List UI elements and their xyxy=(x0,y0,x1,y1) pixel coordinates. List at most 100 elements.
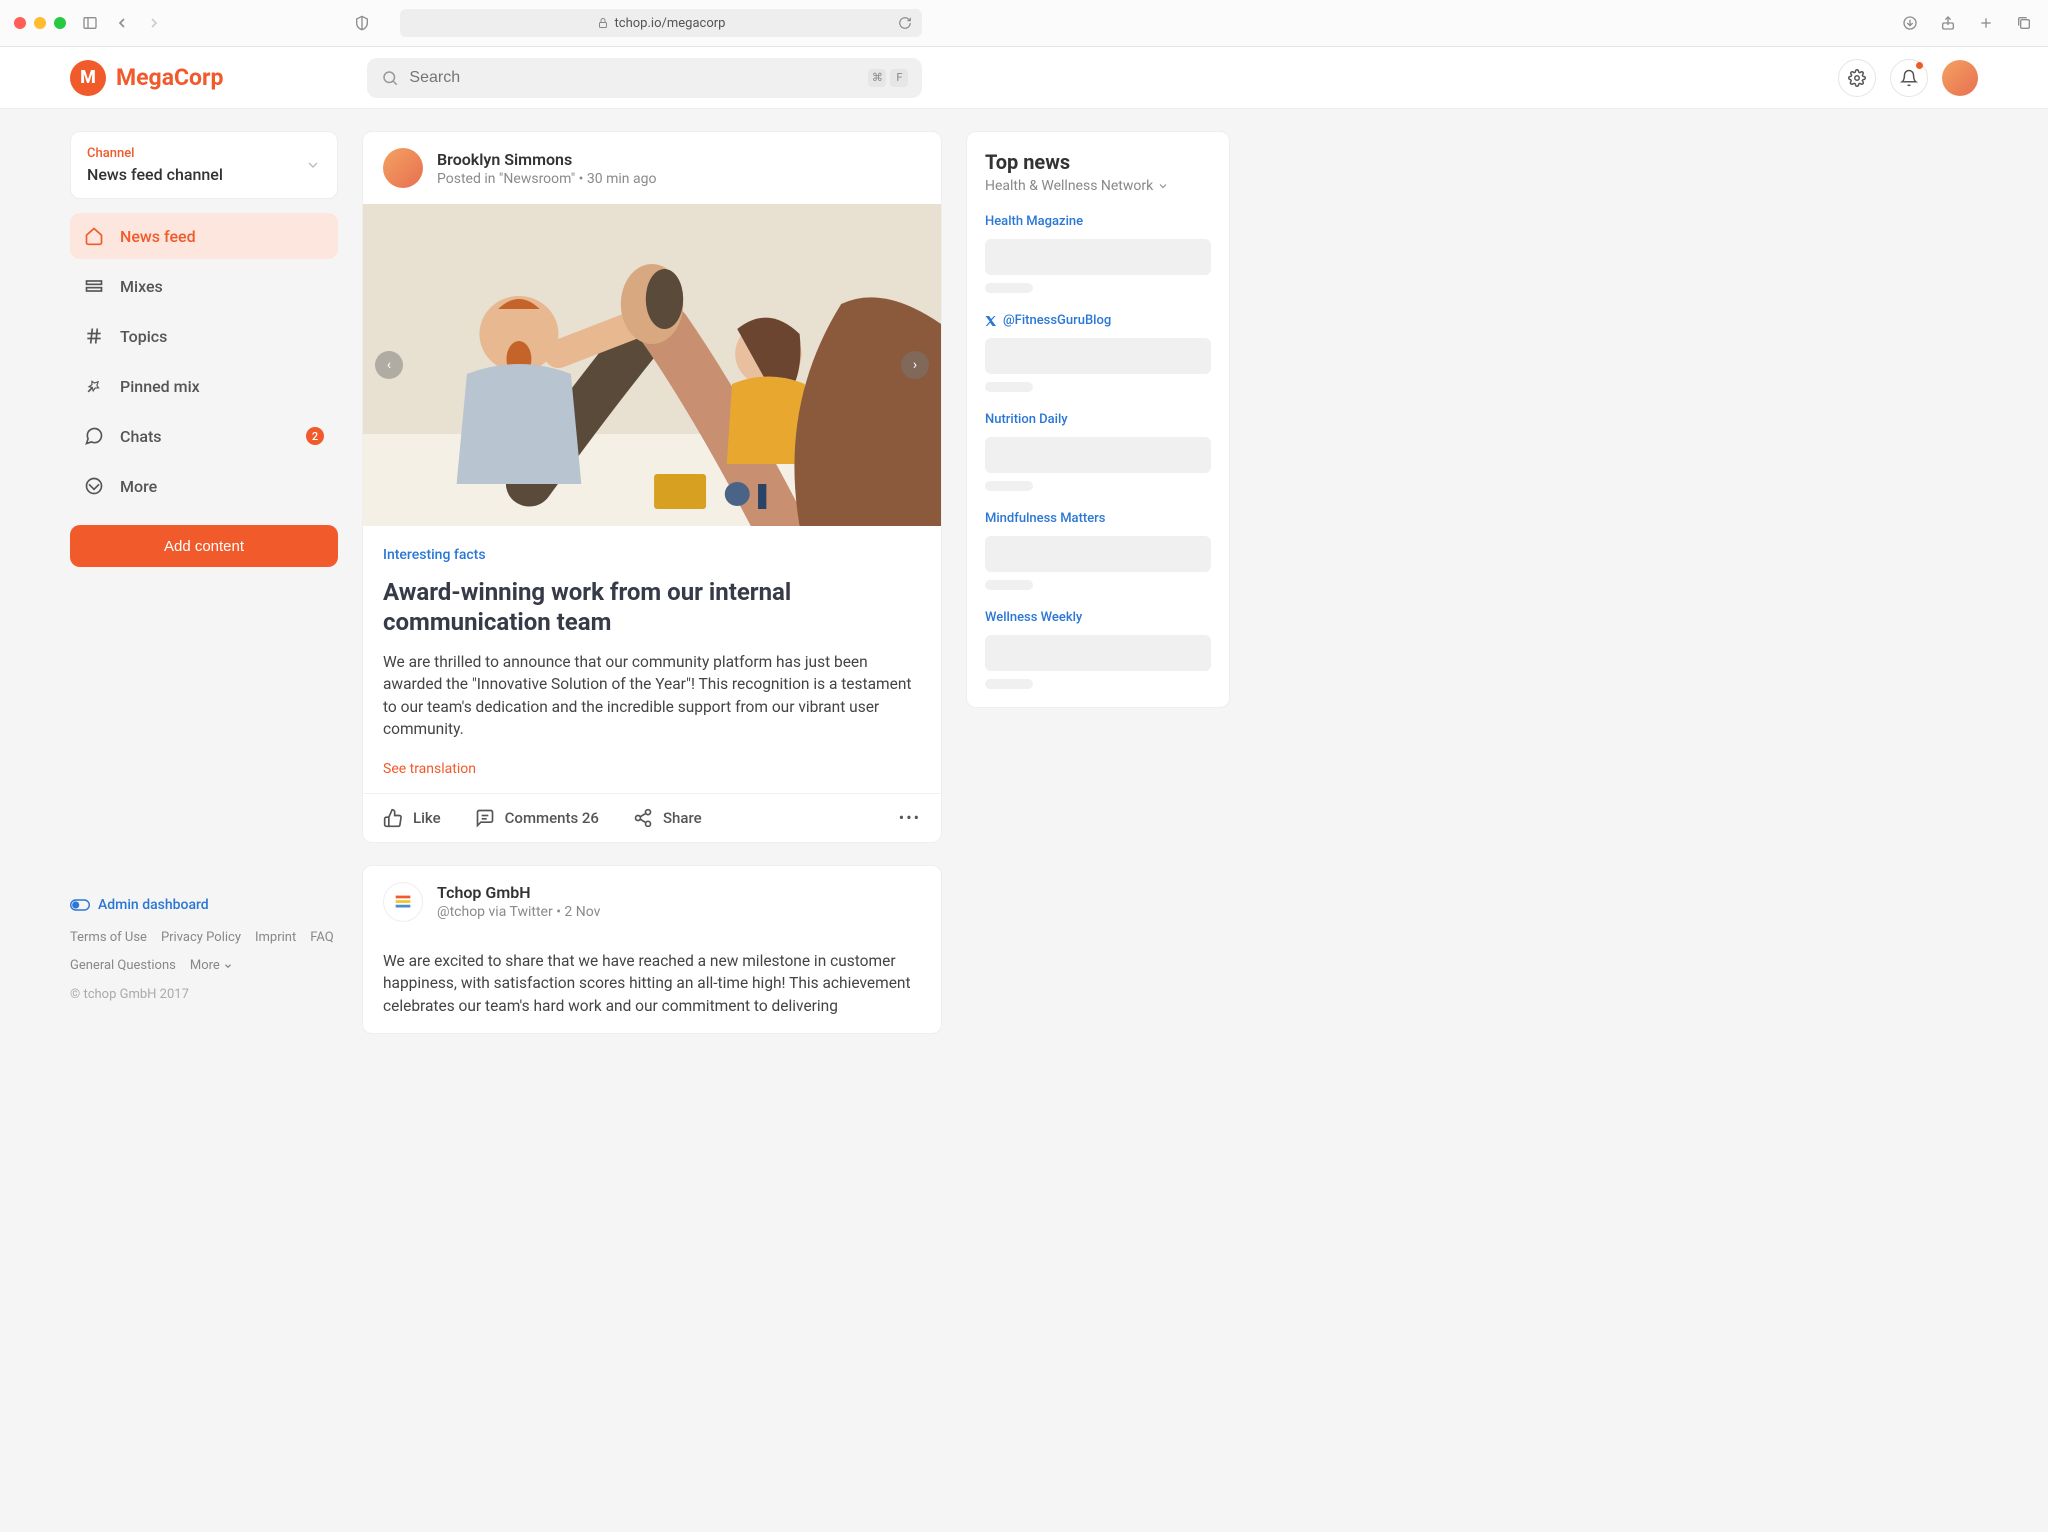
more-icon xyxy=(84,476,104,496)
sidebar-footer: Admin dashboard Terms of Use Privacy Pol… xyxy=(70,897,338,1002)
channel-selector[interactable]: Channel News feed channel xyxy=(70,131,338,199)
nav-mixes[interactable]: Mixes xyxy=(70,263,338,309)
post-tag[interactable]: Interesting facts xyxy=(383,547,486,563)
news-item[interactable]: @FitnessGuruBlog xyxy=(985,313,1211,392)
settings-button[interactable] xyxy=(1838,59,1876,97)
brand-logo[interactable]: M MegaCorp xyxy=(70,60,223,96)
traffic-lights xyxy=(14,17,66,29)
chevron-down-icon xyxy=(305,157,321,173)
panel-subtitle-dropdown[interactable]: Health & Wellness Network xyxy=(985,178,1211,194)
toggle-icon xyxy=(70,899,90,911)
post-body: Interesting facts Award-winning work fro… xyxy=(363,526,941,793)
nav-pinned-mix[interactable]: Pinned mix xyxy=(70,363,338,409)
pin-icon xyxy=(84,376,104,396)
post-actions: Like Comments 26 Share ••• xyxy=(363,793,941,842)
sidebar-toggle-icon[interactable] xyxy=(80,13,100,33)
nav-label: News feed xyxy=(120,227,196,246)
skeleton-line xyxy=(985,437,1211,473)
news-item[interactable]: Nutrition Daily xyxy=(985,412,1211,491)
post-card: Tchop GmbH @tchop via Twitter • 2 Nov We… xyxy=(362,865,942,1034)
back-icon[interactable] xyxy=(112,13,132,33)
admin-dashboard-link[interactable]: Admin dashboard xyxy=(70,897,338,913)
forward-icon[interactable] xyxy=(144,13,164,33)
window-minimize[interactable] xyxy=(34,17,46,29)
post-author-avatar[interactable] xyxy=(383,882,423,922)
skeleton-line xyxy=(985,338,1211,374)
post-menu[interactable]: ••• xyxy=(899,808,921,827)
share-icon[interactable] xyxy=(1938,13,1958,33)
nav-topics[interactable]: Topics xyxy=(70,313,338,359)
window-close[interactable] xyxy=(14,17,26,29)
post-text: We are excited to share that we have rea… xyxy=(383,950,921,1017)
nav-chats[interactable]: Chats 2 xyxy=(70,413,338,459)
link-faq[interactable]: FAQ xyxy=(310,927,333,949)
search-icon xyxy=(381,69,399,87)
news-item[interactable]: Mindfulness Matters xyxy=(985,511,1211,590)
news-source[interactable]: Health Magazine xyxy=(985,214,1211,229)
link-general-questions[interactable]: General Questions xyxy=(70,955,176,977)
chats-badge: 2 xyxy=(306,427,324,445)
nav-news-feed[interactable]: News feed xyxy=(70,213,338,259)
news-source[interactable]: Mindfulness Matters xyxy=(985,511,1211,526)
plus-icon[interactable] xyxy=(1976,13,1996,33)
brand-name: MegaCorp xyxy=(116,64,223,91)
nav-label: Topics xyxy=(120,327,167,346)
skeleton-line xyxy=(985,635,1211,671)
news-source[interactable]: @FitnessGuruBlog xyxy=(985,313,1211,328)
link-terms[interactable]: Terms of Use xyxy=(70,927,147,949)
channel-label: Channel xyxy=(87,146,223,161)
post-meta: @tchop via Twitter • 2 Nov xyxy=(437,904,600,920)
carousel-prev[interactable]: ‹ xyxy=(375,351,403,379)
search-input[interactable] xyxy=(409,69,858,87)
browser-chrome: tchop.io/megacorp xyxy=(0,0,2048,47)
comments-button[interactable]: Comments 26 xyxy=(475,808,599,828)
nav-label: Mixes xyxy=(120,277,163,296)
refresh-icon[interactable] xyxy=(898,16,912,30)
share-nodes-icon xyxy=(633,808,653,828)
lock-icon xyxy=(597,17,609,29)
link-more[interactable]: More xyxy=(190,955,233,977)
window-maximize[interactable] xyxy=(54,17,66,29)
brand-badge: M xyxy=(70,60,106,96)
link-imprint[interactable]: Imprint xyxy=(255,927,296,949)
post-header: Brooklyn Simmons Posted in "Newsroom" • … xyxy=(363,132,941,204)
search-field[interactable]: ⌘ F xyxy=(367,58,922,98)
add-content-button[interactable]: Add content xyxy=(70,525,338,567)
chat-icon xyxy=(84,426,104,446)
notifications-button[interactable] xyxy=(1890,59,1928,97)
post-text: We are thrilled to announce that our com… xyxy=(383,651,921,741)
news-item[interactable]: Wellness Weekly xyxy=(985,610,1211,689)
nav-list: News feed Mixes Topics Pinned mix Chats … xyxy=(70,213,338,509)
share-button[interactable]: Share xyxy=(633,808,702,828)
post-card: Brooklyn Simmons Posted in "Newsroom" • … xyxy=(362,131,942,843)
feed: Brooklyn Simmons Posted in "Newsroom" • … xyxy=(362,131,942,1034)
link-privacy[interactable]: Privacy Policy xyxy=(161,927,241,949)
url-text: tchop.io/megacorp xyxy=(615,16,726,31)
download-icon[interactable] xyxy=(1900,13,1920,33)
post-header: Tchop GmbH @tchop via Twitter • 2 Nov xyxy=(363,866,941,938)
see-translation[interactable]: See translation xyxy=(383,761,921,777)
skeleton-line xyxy=(985,283,1033,293)
news-source[interactable]: Wellness Weekly xyxy=(985,610,1211,625)
post-author-avatar[interactable] xyxy=(383,148,423,188)
shield-icon[interactable] xyxy=(352,13,372,33)
carousel-next[interactable]: › xyxy=(901,351,929,379)
like-button[interactable]: Like xyxy=(383,808,441,828)
news-source[interactable]: Nutrition Daily xyxy=(985,412,1211,427)
url-bar[interactable]: tchop.io/megacorp xyxy=(400,9,922,37)
nav-label: More xyxy=(120,477,157,496)
home-icon xyxy=(84,226,104,246)
app-topbar: M MegaCorp ⌘ F xyxy=(0,47,2048,109)
search-shortcut: ⌘ F xyxy=(868,69,908,87)
post-image[interactable]: ‹ › xyxy=(363,204,941,526)
skeleton-line xyxy=(985,580,1033,590)
top-news-panel: Top news Health & Wellness Network Healt… xyxy=(966,131,1230,708)
news-item[interactable]: Health Magazine xyxy=(985,214,1211,293)
user-avatar[interactable] xyxy=(1942,60,1978,96)
hash-icon xyxy=(84,326,104,346)
post-author-name[interactable]: Brooklyn Simmons xyxy=(437,150,656,169)
skeleton-line xyxy=(985,679,1033,689)
tabs-icon[interactable] xyxy=(2014,13,2034,33)
nav-more[interactable]: More xyxy=(70,463,338,509)
post-author-name[interactable]: Tchop GmbH xyxy=(437,883,600,902)
